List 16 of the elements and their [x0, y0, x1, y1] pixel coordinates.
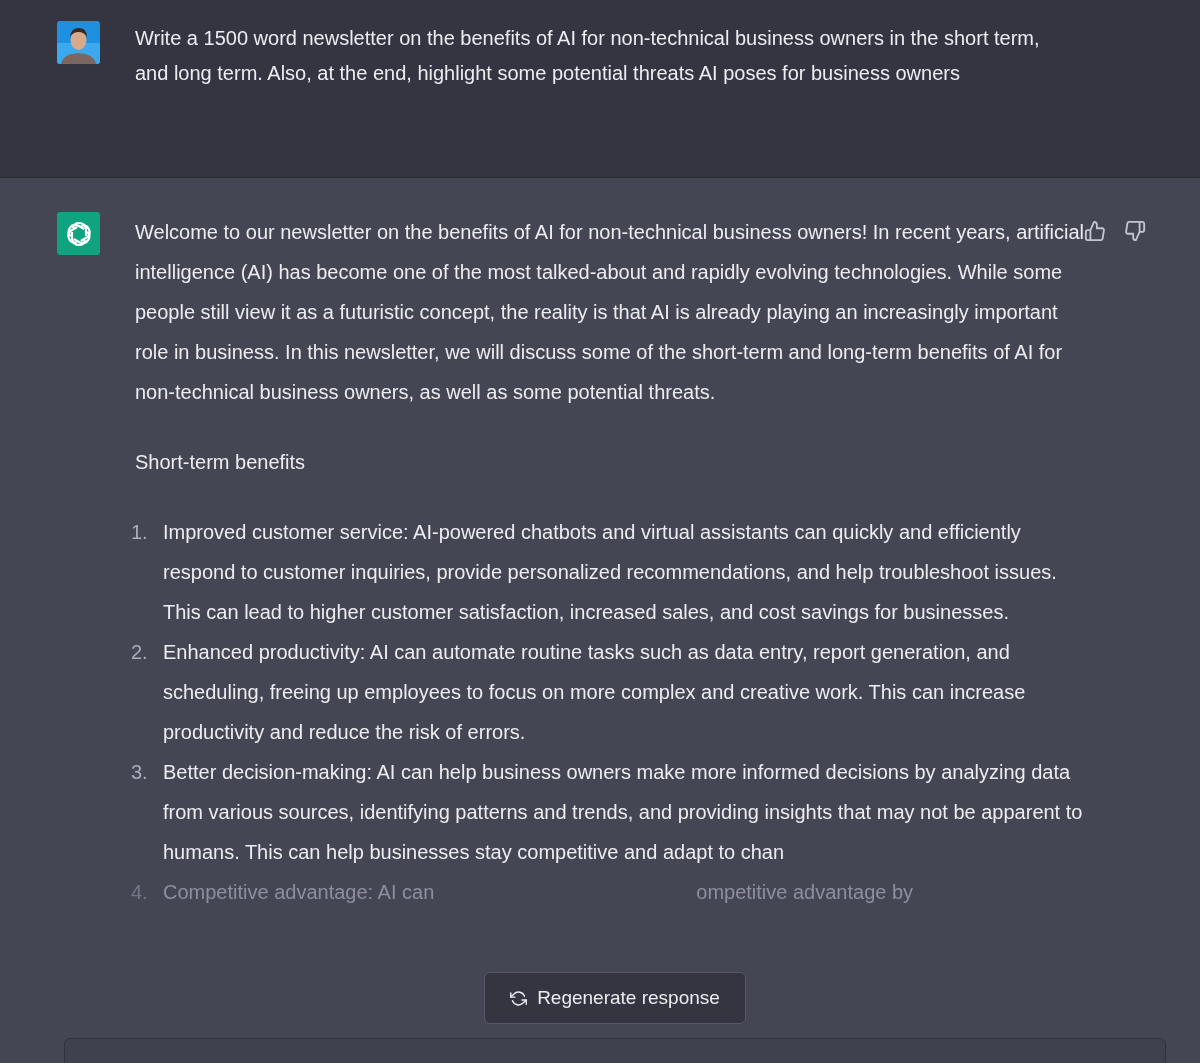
list-item-text: ompetitive advantage by — [696, 880, 914, 905]
list-number: 2. — [131, 640, 149, 665]
list-number: 3. — [131, 760, 149, 785]
thumbs-down-icon[interactable] — [1124, 220, 1146, 242]
list-item-text: Enhanced productivity: AI can automate routine tasks such as data entry, report generation, and scheduling, freeing up employees to focus on more complex and creative work. This can increase productivity and reduce the risk of errors. — [163, 640, 1027, 745]
logo-icon — [57, 212, 100, 255]
list-item-text: Better decision-making: AI can help business owners make more informed decisions by analyzing data from various sources, identifying patterns and trends, and providing insights that may not be apparent to humans. This can help businesses stay competitive and adapt to chan — [163, 760, 1084, 865]
response-paragraph: Welcome to our newsletter on the benefits of AI for non-technical business owners! In recent years, artificial intelligence (AI) has become one of the most talked-about and rapidly evolving technologies. While some people still view it as a futuristic concept, the reality is that AI is already playing an increasingly important role in business. In this newsletter, we will discuss some of the short-term and long-term benefits of AI for non-technical business owners, as well as some potential threats. — [135, 220, 1085, 405]
list-item-text: Improved customer service: AI-powered chatbots and virtual assistants can quickly and efficiently respond to customer inquiries, provide personalized recommendations, and help troubleshoot issues. This can lead to higher customer satisfaction, increased sales, and cost savings for businesses. — [163, 520, 1058, 625]
refresh-icon — [510, 989, 528, 1007]
user-message: Write a 1500 word newsletter on the benefits of AI for non-technical business owners in the short term, and long term. Also, at the end, highlight some potential threats AI poses for business owners — [135, 26, 1041, 86]
section-heading: Short-term benefits — [135, 450, 307, 475]
regenerate-button[interactable]: Regenerate response — [484, 972, 746, 1024]
thumbs-up-icon[interactable] — [1084, 220, 1106, 242]
list-number: 1. — [131, 520, 149, 545]
list-item-text: Competitive advantage: AI can — [163, 880, 435, 905]
